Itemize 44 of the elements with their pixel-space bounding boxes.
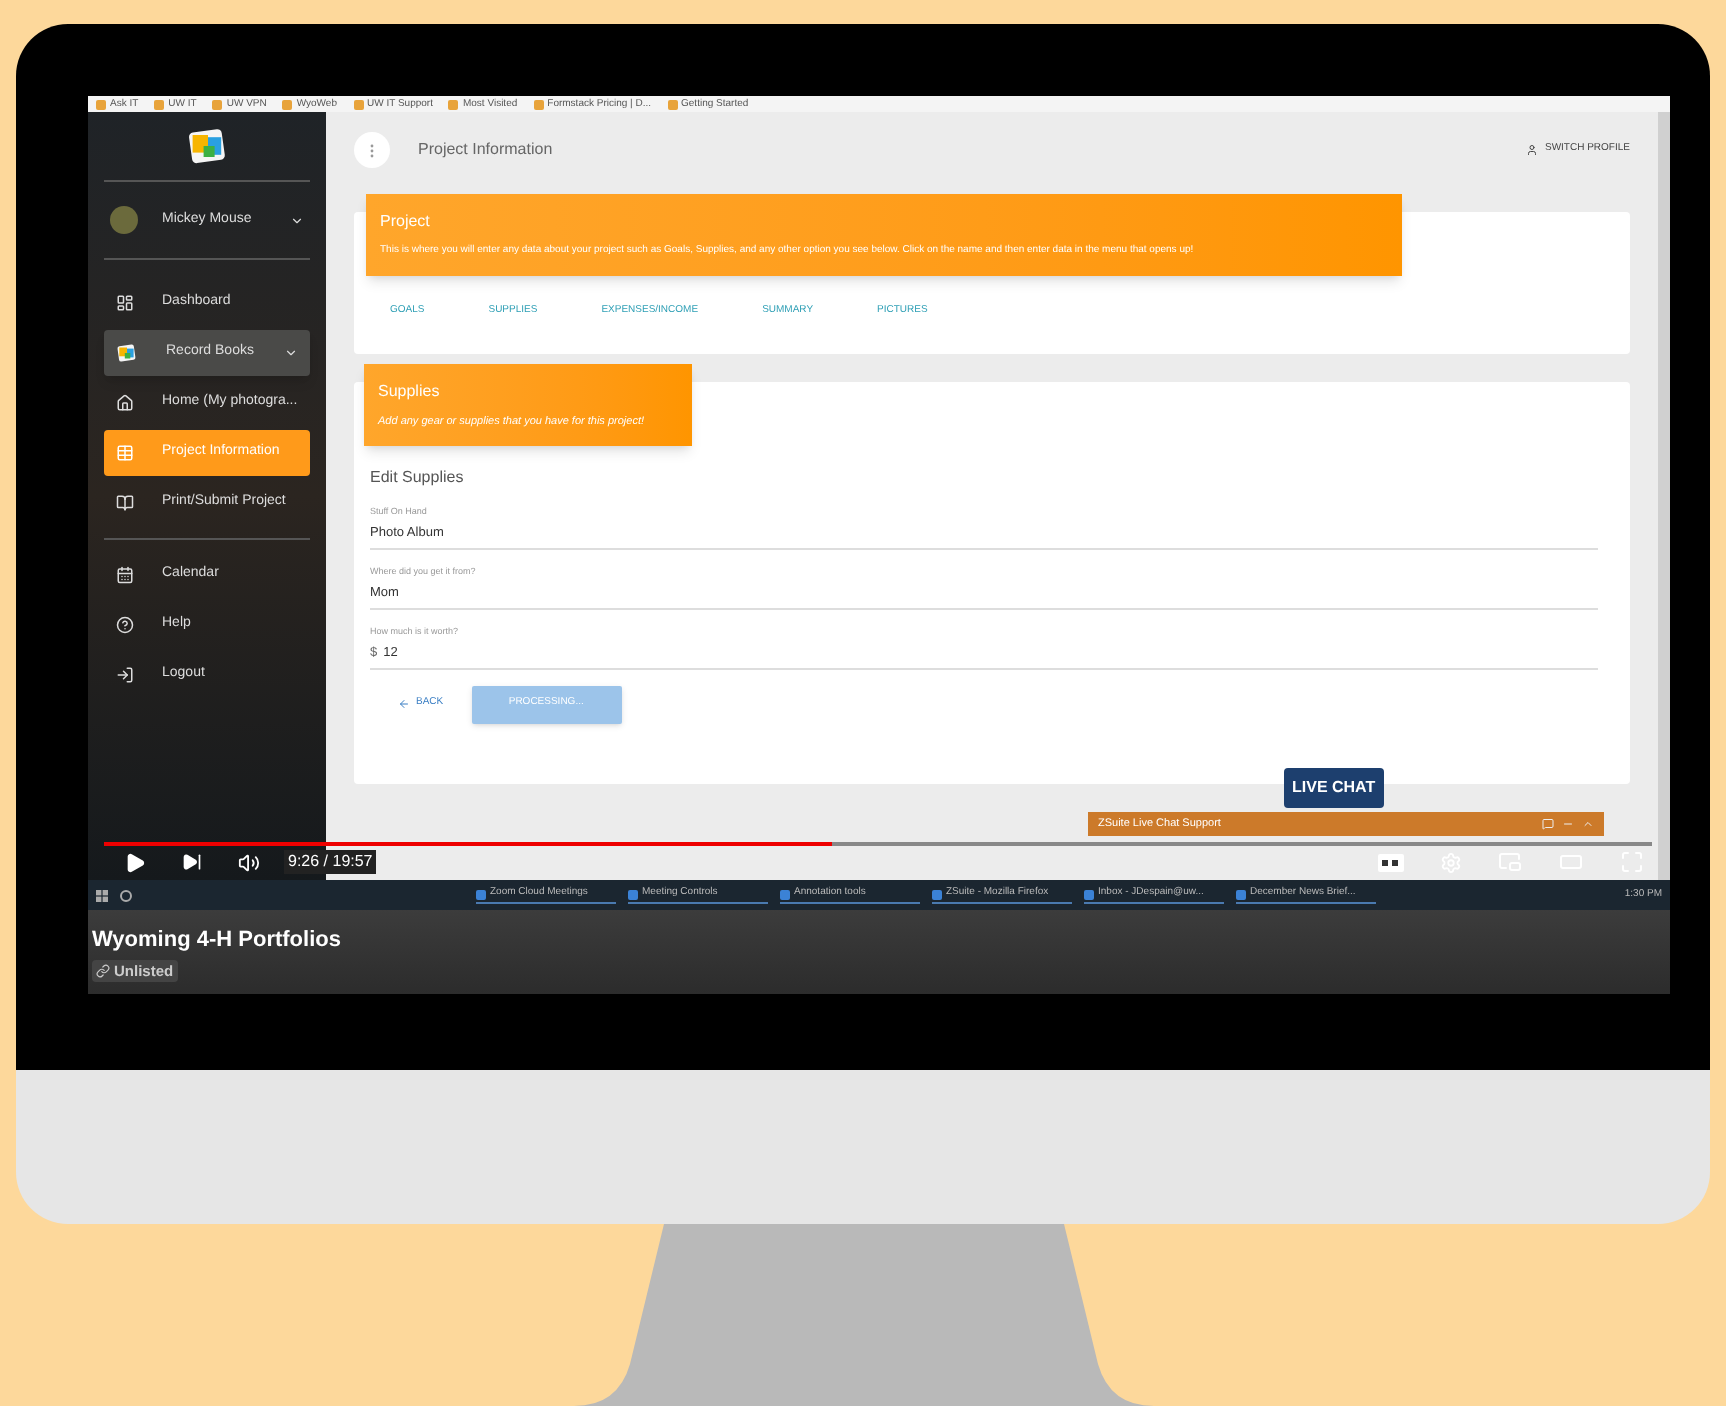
more-options-button[interactable] <box>354 132 390 168</box>
app-icon <box>1236 889 1246 899</box>
nav-icon <box>116 566 134 584</box>
volume-icon[interactable] <box>238 851 260 873</box>
search-icon[interactable] <box>120 889 132 901</box>
app-icon <box>628 889 638 899</box>
arrow-left-icon <box>398 698 410 710</box>
bookmark-icon <box>282 99 293 109</box>
next-icon[interactable] <box>182 852 202 872</box>
bookmark-icon <box>154 99 165 109</box>
bookmark-icon <box>533 99 544 109</box>
caret-icon <box>284 346 298 360</box>
nav-icon <box>116 294 134 312</box>
play-icon[interactable] <box>124 851 146 873</box>
bookmark-icon <box>667 99 678 109</box>
nav-icon <box>116 494 134 512</box>
banner-title: Project <box>380 210 432 234</box>
app-icon <box>932 889 942 899</box>
page-title: Project Information <box>418 138 555 162</box>
link-icon <box>96 964 110 979</box>
logo-icon <box>116 342 138 364</box>
app-icon <box>780 889 790 899</box>
bookmark-icon <box>448 99 459 109</box>
chevron-icon <box>1582 818 1594 830</box>
nav-icon <box>116 666 134 684</box>
app-icon <box>476 889 486 899</box>
windows-icon <box>96 889 108 901</box>
banner-title: Supplies <box>378 380 442 404</box>
live-chat-badge[interactable]: LIVE CHAT <box>1284 768 1384 808</box>
nav-icon <box>116 616 134 634</box>
bookmark-icon <box>96 99 106 109</box>
app-icon <box>1084 889 1094 899</box>
caret-icon <box>290 213 304 227</box>
bookmark-icon <box>212 99 223 109</box>
time-display: 9:26 / 19:57 <box>284 850 377 874</box>
nav-icon <box>116 394 134 412</box>
nav-icon <box>116 444 134 462</box>
section-heading: Edit Supplies <box>370 466 466 491</box>
chat-icon <box>1542 818 1554 830</box>
bookmark-icon <box>353 99 363 109</box>
person-icon <box>1526 144 1539 156</box>
minimize-icon <box>1562 818 1574 830</box>
avatar-icon <box>110 206 138 234</box>
video-title: Wyoming 4-H Portfolios <box>92 930 343 952</box>
